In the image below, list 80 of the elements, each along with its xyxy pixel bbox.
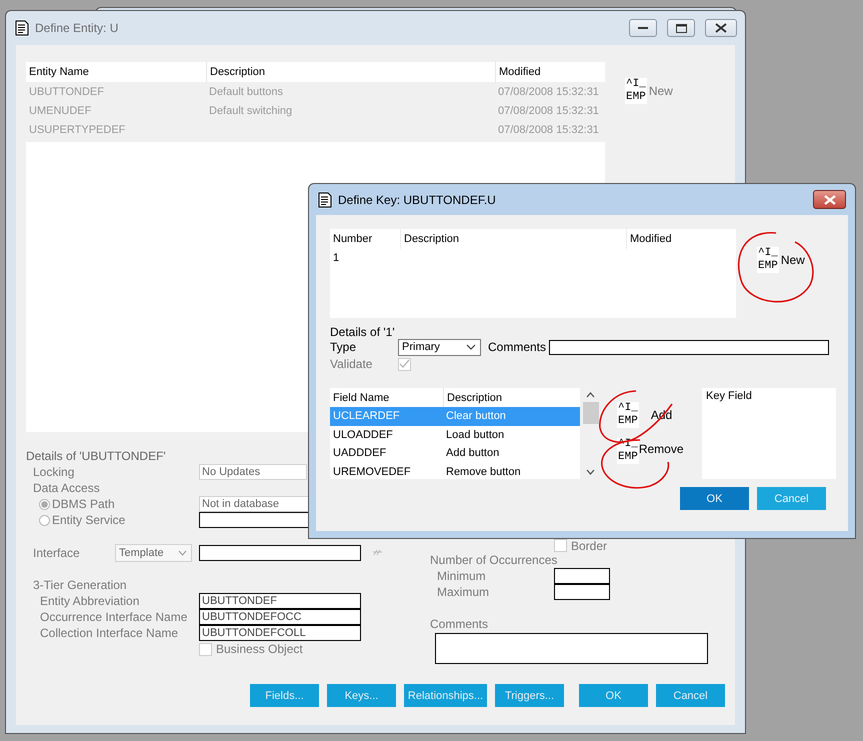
column-header[interactable]: Modified <box>626 229 736 249</box>
field-label: Entity Abbreviation <box>39 594 140 608</box>
chevron-up-icon <box>586 392 595 398</box>
maximize-button[interactable] <box>667 19 695 37</box>
chevron-down-icon <box>466 344 476 350</box>
column-header[interactable]: Entity Name <box>26 62 206 82</box>
minimize-button[interactable] <box>629 19 657 37</box>
name-field[interactable]: UBUTTONDEF <box>199 593 361 609</box>
radio-label: DBMS Path <box>52 497 115 511</box>
window-title: Define Entity: U <box>35 21 118 35</box>
document-icon <box>15 20 29 36</box>
field-label: Interface <box>32 546 81 560</box>
interface-field[interactable] <box>199 544 361 560</box>
table-cell: Default buttons <box>209 86 283 98</box>
table-cell: UBUTTONDEF <box>29 86 104 98</box>
column-header[interactable]: Description <box>206 62 495 82</box>
column-header[interactable]: Description <box>400 229 626 249</box>
section-title: Details of '1' <box>330 325 396 339</box>
comments-field[interactable] <box>435 633 708 664</box>
chevron-down-icon <box>178 550 187 556</box>
field-label: Maximum <box>436 585 490 599</box>
close-button[interactable] <box>813 190 846 209</box>
tool-button[interactable]: Remove <box>638 442 684 456</box>
column-header[interactable]: Modified <box>495 62 605 82</box>
comments-field[interactable] <box>549 340 830 354</box>
field-label: Data Access <box>32 481 101 495</box>
table-cell: 1 <box>333 252 340 264</box>
window-title: Define Key: UBUTTONDEF.U <box>338 192 496 206</box>
name-field[interactable]: UBUTTONDEFCOLL <box>199 625 361 641</box>
checkbox[interactable] <box>398 358 411 370</box>
section-title: Number of Occurrences <box>430 553 558 567</box>
column-header[interactable]: Number <box>330 229 400 249</box>
image-field: ^I_ EMP <box>617 402 639 428</box>
close-icon <box>824 194 836 204</box>
document-icon <box>318 192 332 208</box>
scrollbar-thumb[interactable] <box>582 402 598 424</box>
field-label: Type <box>330 340 358 354</box>
section-title: Details of 'UBUTTONDEF' <box>26 449 167 463</box>
locking-field[interactable]: No Updates <box>199 464 307 480</box>
close-button[interactable] <box>705 19 737 37</box>
interface-dropdown[interactable]: Template <box>115 544 192 562</box>
key-field-list[interactable]: Key Field <box>702 388 836 479</box>
type-dropdown[interactable]: Primary <box>398 338 481 356</box>
checkbox[interactable] <box>199 642 212 656</box>
radio-button[interactable] <box>39 498 50 510</box>
checkbox-label: Business Object <box>216 642 303 656</box>
radio-label: Entity Service <box>52 513 126 527</box>
section-title: 3-Tier Generation <box>32 578 128 592</box>
new-button[interactable]: New <box>780 253 805 267</box>
radio-button[interactable] <box>39 514 50 526</box>
image-field: ^I_ EMP <box>625 78 647 104</box>
number-field[interactable] <box>554 568 610 584</box>
table-cell: Default switching <box>209 104 292 116</box>
checkbox-label: Border <box>571 538 608 552</box>
field-label: Comments <box>488 340 546 354</box>
column-header[interactable]: Field Name <box>330 388 443 407</box>
image-field: ^I_ EMP <box>757 247 779 273</box>
field-label: Minimum <box>436 569 487 583</box>
number-field[interactable] <box>554 584 610 600</box>
field-label: Occurrence Interface Name <box>39 610 188 624</box>
field-label: Validate <box>330 357 374 371</box>
table-cell: UMENUDEF <box>29 104 92 116</box>
dialog-button[interactable]: OK <box>680 487 749 510</box>
minimize-icon <box>638 26 648 30</box>
name-field[interactable]: UBUTTONDEFOCC <box>199 609 361 625</box>
field-label: Comments <box>430 617 488 631</box>
table-cell: 07/08/2008 15:32:31 <box>498 104 599 116</box>
chevron-down-icon <box>586 469 595 475</box>
maximize-icon <box>676 24 686 32</box>
table-cell: 07/08/2008 15:32:31 <box>498 124 599 136</box>
field-label: Locking <box>32 465 76 479</box>
field-row[interactable]: ULOADDEF Load button <box>330 426 580 444</box>
field-label: Collection Interface Name <box>39 626 180 640</box>
close-icon <box>715 23 727 33</box>
table-cell: 07/08/2008 15:32:31 <box>498 86 599 98</box>
field-row[interactable]: UADDDEF Add button <box>330 444 580 462</box>
checkbox[interactable] <box>554 539 567 552</box>
new-button[interactable]: New <box>648 84 673 98</box>
field-row[interactable]: UREMOVEDEF Remove button <box>330 462 580 479</box>
table-cell: USUPERTYPEDEF <box>29 124 126 136</box>
